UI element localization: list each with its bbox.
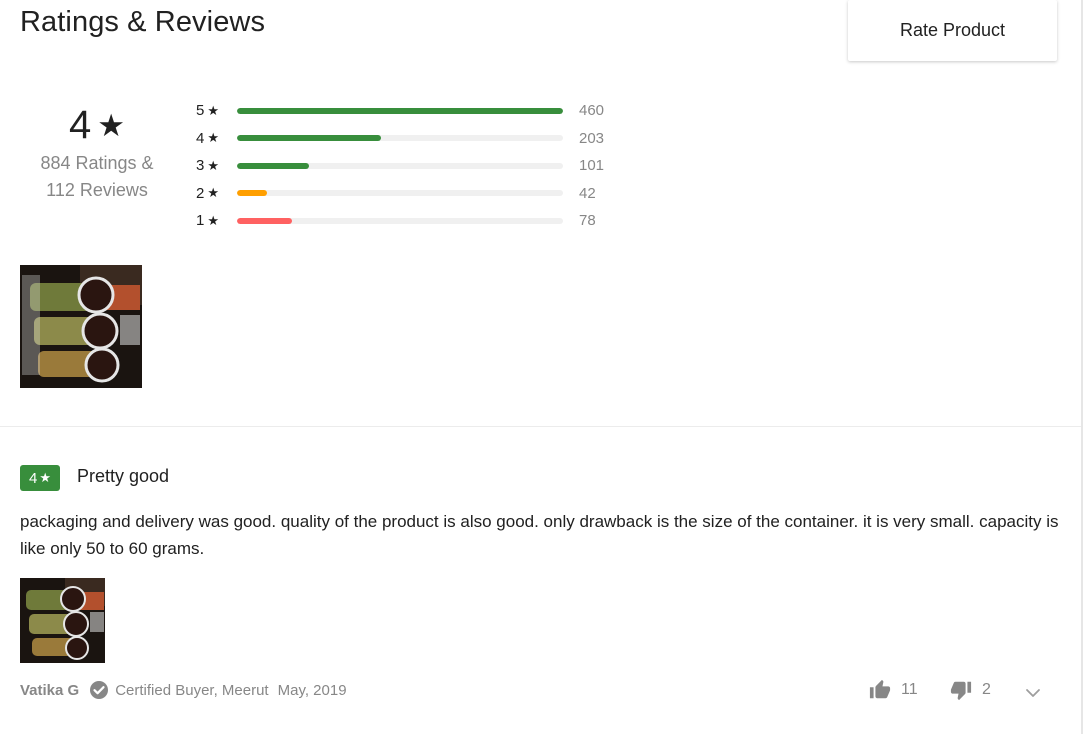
distribution-count: 101 — [579, 157, 605, 175]
section-divider — [0, 426, 1081, 427]
average-rating: 4 ★ — [69, 103, 125, 148]
dislike-button[interactable]: 2 — [950, 679, 991, 701]
distribution-bar — [237, 162, 309, 169]
star-icon: ★ — [97, 107, 126, 143]
chevron-down-icon[interactable] — [1023, 683, 1043, 703]
page-title: Ratings & Reviews — [20, 6, 266, 38]
distribution-row-4: 4 ★ 203 — [196, 125, 636, 153]
thumbs-down-icon — [950, 681, 972, 701]
review-photo-thumbnail[interactable] — [20, 578, 105, 663]
distribution-count: 42 — [579, 184, 596, 202]
review-meta: Vatika G Certified Buyer, Meerut May, 20… — [20, 680, 347, 700]
distribution-row-1: 1 ★ 78 — [196, 207, 636, 235]
distribution-label: 1 ★ — [196, 212, 219, 230]
distribution-label: 2 ★ — [196, 184, 219, 202]
distribution-bar — [237, 107, 563, 114]
distribution-count: 460 — [579, 102, 605, 120]
thumbs-up-icon — [869, 679, 891, 699]
distribution-count: 78 — [579, 212, 596, 230]
distribution-bar — [237, 190, 267, 197]
distribution-bar — [237, 217, 293, 224]
review-rating-badge: 4 ★ — [20, 465, 60, 491]
star-icon: ★ — [207, 130, 219, 146]
reviews-count: 112 Reviews — [46, 180, 148, 200]
page-right-border — [1081, 0, 1083, 734]
review-date: May, 2019 — [277, 681, 347, 699]
distribution-bar-track — [237, 217, 563, 224]
distribution-label: 5 ★ — [196, 102, 219, 120]
rating-distribution: 5 ★ 460 4 ★ 203 3 ★ 101 2 ★ 42 1 ★ 78 — [196, 97, 636, 235]
distribution-bar — [237, 135, 381, 142]
distribution-label: 4 ★ — [196, 129, 219, 147]
review-title: Pretty good — [77, 466, 170, 486]
certified-buyer: Certified Buyer, Meerut — [115, 681, 269, 699]
ratings-summary: 884 Ratings & 112 Reviews — [30, 150, 164, 204]
distribution-bar-track — [237, 162, 563, 169]
distribution-row-5: 5 ★ 460 — [196, 97, 636, 125]
average-rating-value: 4 — [68, 103, 92, 147]
rate-product-button[interactable]: Rate Product — [848, 0, 1057, 61]
distribution-bar-track — [237, 190, 563, 197]
distribution-bar-track — [237, 107, 563, 114]
star-icon: ★ — [39, 470, 51, 485]
dislike-count: 2 — [982, 681, 991, 698]
average-rating-block: 4 ★ 884 Ratings & 112 Reviews — [30, 103, 164, 204]
ratings-count: 884 Ratings & — [40, 153, 154, 173]
distribution-label: 3 ★ — [196, 157, 219, 175]
distribution-bar-track — [237, 135, 563, 142]
like-button[interactable]: 11 — [869, 679, 918, 701]
review-body: packaging and delivery was good. quality… — [20, 512, 1059, 558]
distribution-row-3: 3 ★ 101 — [196, 152, 636, 180]
star-icon: ★ — [207, 102, 219, 118]
like-count: 11 — [901, 681, 918, 698]
distribution-row-2: 2 ★ 42 — [196, 180, 636, 208]
star-icon: ★ — [207, 157, 219, 173]
distribution-count: 203 — [579, 129, 605, 147]
star-icon: ★ — [207, 185, 219, 201]
customer-photo-thumbnail[interactable] — [20, 265, 142, 388]
star-icon: ★ — [207, 212, 219, 228]
check-circle-icon — [90, 681, 109, 699]
reviewer-name: Vatika G — [20, 681, 80, 699]
